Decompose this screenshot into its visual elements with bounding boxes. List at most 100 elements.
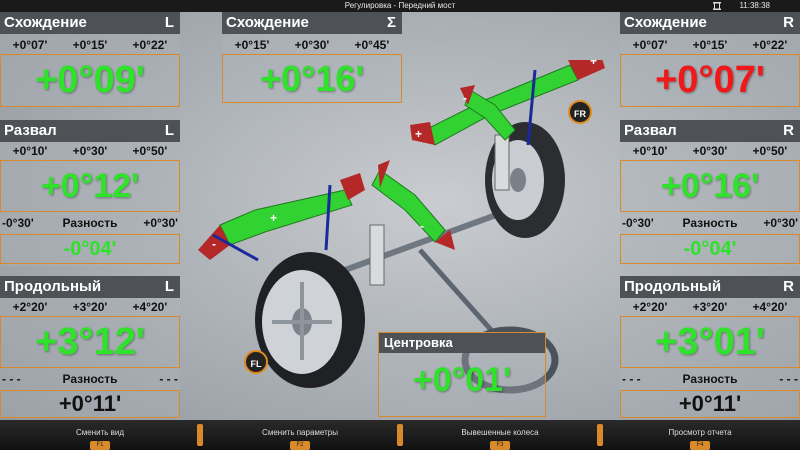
value-box: +0°16' <box>620 160 800 212</box>
diff-max: - - - <box>779 372 798 386</box>
centering-value: +0°01' <box>412 361 512 399</box>
diff-label: Разность <box>62 372 118 386</box>
nominal-value: +0°15' <box>692 38 728 52</box>
measured-value: +0°12' <box>40 166 140 205</box>
difference-value: -0°04' <box>620 234 800 264</box>
side-label: R <box>783 122 794 139</box>
front-left-badge: FL <box>244 350 268 374</box>
gauge-minus-mark: - <box>212 237 216 251</box>
param-name: Продольный <box>624 278 722 295</box>
centering-title: Центровка <box>379 333 545 353</box>
nominal-value: +0°30' <box>72 144 108 158</box>
param-name: Схождение <box>226 14 309 31</box>
value-box: +0°07' <box>620 54 800 107</box>
difference-row: -0°30' Разность +0°30' <box>620 214 800 232</box>
caster-left-panel[interactable]: Продольный L +2°20' +3°20' +4°20' +3°12'… <box>0 276 180 418</box>
toe-right-panel[interactable]: Схождение R +0°07' +0°15' +0°22' +0°07' <box>620 12 800 107</box>
max-limit: +0°22' <box>752 38 788 52</box>
front-left-wheel <box>255 252 365 388</box>
value-box: +0°12' <box>0 160 180 212</box>
diff-max: +0°30' <box>143 216 178 230</box>
measured-value: +0°09' <box>35 59 145 101</box>
side-label: R <box>783 278 794 295</box>
max-limit: +0°50' <box>752 144 788 158</box>
caster-right-panel[interactable]: Продольный R +2°20' +3°20' +4°20' +3°01'… <box>620 276 800 418</box>
measured-value: +0°16' <box>660 166 760 205</box>
tolerance-row: +0°10' +0°30' +0°50' <box>620 142 800 160</box>
nominal-value: +3°20' <box>692 300 728 314</box>
param-name: Развал <box>624 122 677 139</box>
min-limit: +2°20' <box>12 300 48 314</box>
steering-shaft <box>418 248 502 342</box>
gauge-minus-mark: - <box>420 219 424 233</box>
panel-header: Продольный R <box>620 276 800 298</box>
difference-row: -0°30' Разность +0°30' <box>0 214 180 232</box>
measured-value: +0°16' <box>259 57 365 99</box>
side-label: L <box>164 14 174 31</box>
button-label: Вывешенные колеса <box>461 428 539 437</box>
toe-left-panel[interactable]: Схождение L +0°07' +0°15' +0°22' +0°09' <box>0 12 180 107</box>
gauge-plus-mark: + <box>415 127 422 141</box>
f3-key-badge: F3 <box>490 441 510 450</box>
min-limit: +0°10' <box>12 144 48 158</box>
max-limit: +0°22' <box>132 38 168 52</box>
panel-header: Схождение Σ <box>222 12 402 34</box>
clock: 11:38:38 <box>739 1 770 10</box>
param-name: Схождение <box>4 14 87 31</box>
side-label: R <box>783 14 794 31</box>
title-bar: Регулировка - Передний мост 11:38:38 <box>0 0 800 12</box>
camber-left-panel[interactable]: Развал L +0°10' +0°30' +0°50' +0°12' -0°… <box>0 120 180 266</box>
side-label: L <box>164 122 174 139</box>
tolerance-row: +0°10' +0°30' +0°50' <box>0 142 180 160</box>
window-title: Регулировка - Передний мост <box>344 1 456 10</box>
tolerance-row: +2°20' +3°20' +4°20' <box>620 298 800 316</box>
max-limit: +0°50' <box>132 144 168 158</box>
toe-total-panel[interactable]: Схождение Σ +0°15' +0°30' +0°45' +0°16' <box>222 12 402 103</box>
diff-max: - - - <box>159 372 178 386</box>
panel-header: Развал L <box>0 120 180 142</box>
gauge-minus-mark: - <box>463 91 467 105</box>
tolerance-row: +0°07' +0°15' +0°22' <box>0 36 180 54</box>
nominal-value: +0°30' <box>294 38 330 52</box>
front-right-badge: FR <box>568 100 592 124</box>
min-limit: +0°07' <box>632 38 668 52</box>
left-toe-gauge: - + <box>198 173 365 262</box>
max-limit: +0°45' <box>354 38 390 52</box>
value-box: +3°01' <box>620 316 800 368</box>
camber-right-panel[interactable]: Развал R +0°10' +0°30' +0°50' +0°16' -0°… <box>620 120 800 266</box>
f4-key-badge: F4 <box>690 441 710 450</box>
centering-panel[interactable]: Центровка +0°01' <box>378 332 546 417</box>
alignment-screen: Регулировка - Передний мост 11:38:38 - +… <box>0 0 800 450</box>
change-parameters-button[interactable]: Сменить параметры F2 <box>200 420 400 450</box>
tolerance-row: +0°15' +0°30' +0°45' <box>222 36 402 54</box>
nominal-value: +0°30' <box>692 144 728 158</box>
difference-value: -0°04' <box>0 234 180 264</box>
tolerance-row: +2°20' +3°20' +4°20' <box>0 298 180 316</box>
side-label: L <box>164 278 174 295</box>
max-limit: +4°20' <box>752 300 788 314</box>
min-limit: +0°10' <box>632 144 668 158</box>
nominal-value: +3°20' <box>72 300 108 314</box>
value-box: +0°09' <box>0 54 180 107</box>
view-report-button[interactable]: Просмотр отчета F4 <box>600 420 800 450</box>
right-shock-absorber <box>494 134 510 191</box>
f1-key-badge: F1 <box>90 441 110 450</box>
param-name: Схождение <box>624 14 707 31</box>
left-shock-absorber <box>369 224 385 286</box>
panel-header: Схождение L <box>0 12 180 34</box>
button-label: Сменить параметры <box>262 428 338 437</box>
raised-wheels-button[interactable]: Вывешенные колеса F3 <box>400 420 600 450</box>
button-label: Просмотр отчета <box>668 428 732 437</box>
max-limit: +4°20' <box>132 300 168 314</box>
value-box: +0°16' <box>222 54 402 103</box>
min-limit: +0°07' <box>12 38 48 52</box>
function-key-bar: Сменить вид F1 Сменить параметры F2 Выве… <box>0 420 800 450</box>
difference-row: - - - Разность - - - <box>0 370 180 388</box>
tolerance-row: +0°07' +0°15' +0°22' <box>620 36 800 54</box>
measured-value: +3°01' <box>655 320 765 363</box>
value-box: +3°12' <box>0 316 180 368</box>
diff-label: Разность <box>682 372 738 386</box>
param-name: Развал <box>4 122 57 139</box>
change-view-button[interactable]: Сменить вид F1 <box>0 420 200 450</box>
difference-value: +0°11' <box>0 390 180 418</box>
